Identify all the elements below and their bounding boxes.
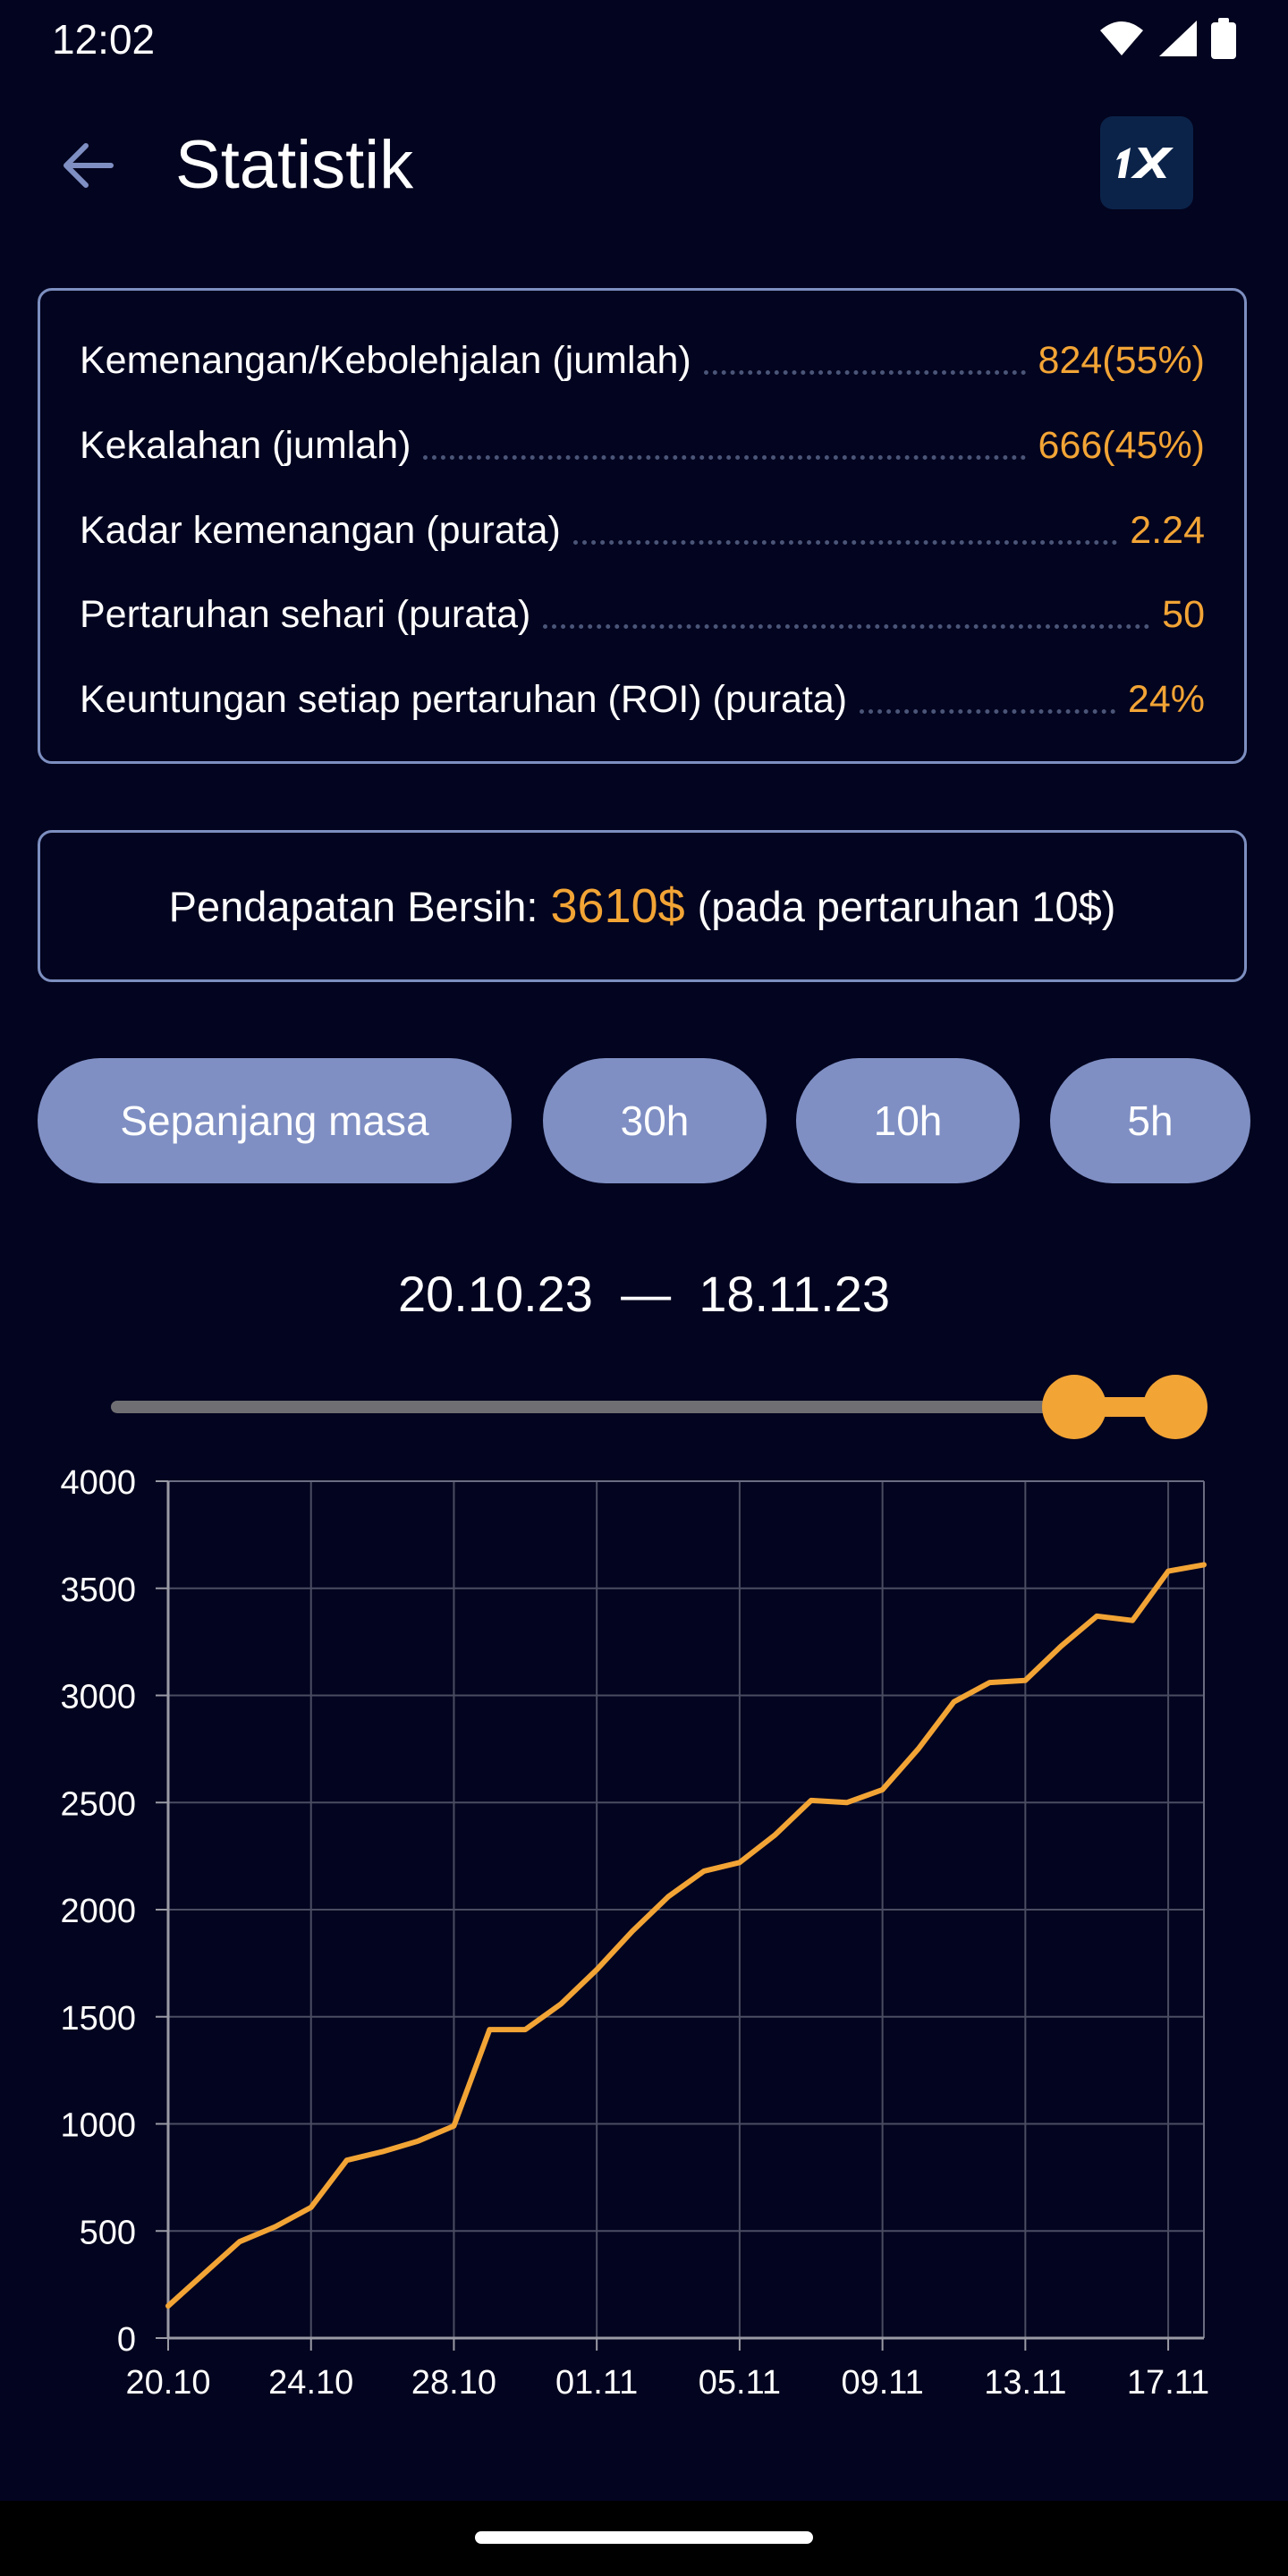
wifi-icon [1100, 21, 1143, 55]
range-slider-start-handle[interactable] [1041, 1375, 1106, 1439]
x-tick-label: 28.10 [411, 2364, 496, 2402]
filter-5d-button[interactable]: 5h [1050, 1058, 1250, 1183]
stat-row-bets-per-day: Pertaruhan sehari (purata) 50 [80, 588, 1205, 641]
y-tick-label: 2000 [60, 1893, 136, 1930]
net-income-card: Pendapatan Bersih: 3610$ (pada pertaruha… [38, 830, 1247, 982]
stat-value: 2.24 [1130, 509, 1205, 552]
range-slider-end-handle[interactable] [1143, 1375, 1208, 1439]
stat-row-win-rate: Kadar kemenangan (purata) 2.24 [80, 504, 1205, 557]
range-slider-track[interactable] [111, 1401, 1175, 1413]
filter-10d-button[interactable]: 10h [796, 1058, 1020, 1183]
y-tick-label: 2500 [60, 1785, 136, 1823]
y-tick-label: 3500 [60, 1572, 136, 1609]
income-label: Pendapatan Bersih: [168, 882, 538, 930]
profit-line-chart: 0 500 1000 1500 2000 2500 3000 3500 4000 20.10 24.… [60, 1464, 1209, 2402]
app-logo [1100, 116, 1193, 209]
signal-icon [1159, 21, 1197, 56]
income-value: 3610$ [550, 879, 685, 933]
y-tick-label: 1000 [60, 2107, 136, 2145]
stat-row-losses: Kekalahan (jumlah) 666(45%) [80, 419, 1205, 472]
stats-card: Kemenangan/Kebolehjalan (jumlah) 824(55%… [38, 288, 1247, 764]
profit-series-line [165, 1562, 1207, 2309]
home-indicator[interactable] [475, 2531, 813, 2544]
x-tick-label: 05.11 [699, 2364, 781, 2402]
y-tick-label: 0 [117, 2321, 136, 2359]
stat-value: 24% [1127, 678, 1205, 721]
1x-logo-icon [1116, 148, 1174, 178]
x-tick-label: 09.11 [841, 2364, 923, 2402]
y-tick-label: 4000 [60, 1464, 136, 1502]
dot-leader [860, 709, 1115, 714]
status-time: 12:02 [52, 16, 156, 63]
x-tick-label: 01.11 [555, 2364, 638, 2402]
dot-leader [423, 455, 1026, 460]
x-tick-label: 13.11 [984, 2364, 1066, 2402]
page-title: Statistik [175, 127, 414, 203]
date-range-label: 20.10.23 — 18.11.23 [0, 1263, 1288, 1326]
income-note: (pada pertaruhan 10$) [697, 882, 1116, 930]
stat-row-roi: Keuntungan setiap pertaruhan (ROI) (pura… [80, 673, 1205, 726]
dot-leader [572, 540, 1118, 545]
arrow-left-icon [64, 143, 114, 188]
stat-label: Kadar kemenangan (purata) [80, 509, 561, 552]
stat-value: 666(45%) [1038, 424, 1205, 467]
x-tick-label: 17.11 [1127, 2364, 1209, 2402]
stat-value: 824(55%) [1038, 339, 1205, 382]
filter-all-time-button[interactable]: Sepanjang masa [38, 1058, 512, 1183]
x-tick-label: 24.10 [268, 2364, 353, 2402]
date-separator: — [621, 1266, 672, 1322]
y-tick-label: 3000 [60, 1679, 136, 1716]
stat-value: 50 [1162, 593, 1205, 636]
filter-30d-button[interactable]: 30h [543, 1058, 767, 1183]
dot-leader [703, 370, 1026, 375]
x-tick-label: 20.10 [125, 2364, 210, 2402]
y-tick-label: 1500 [60, 2000, 136, 2038]
status-icons [1098, 16, 1236, 61]
stat-label: Kekalahan (jumlah) [80, 424, 411, 467]
stat-label: Pertaruhan sehari (purata) [80, 593, 531, 636]
date-start: 20.10.23 [397, 1266, 593, 1322]
date-end: 18.11.23 [699, 1266, 891, 1322]
stat-row-wins: Kemenangan/Kebolehjalan (jumlah) 824(55%… [80, 334, 1205, 387]
dot-leader [543, 624, 1150, 629]
battery-icon [1211, 18, 1236, 59]
back-button[interactable] [52, 130, 123, 201]
stat-label: Kemenangan/Kebolehjalan (jumlah) [80, 339, 691, 382]
stat-label: Keuntungan setiap pertaruhan (ROI) (pura… [80, 678, 848, 721]
y-tick-label: 500 [80, 2214, 136, 2251]
